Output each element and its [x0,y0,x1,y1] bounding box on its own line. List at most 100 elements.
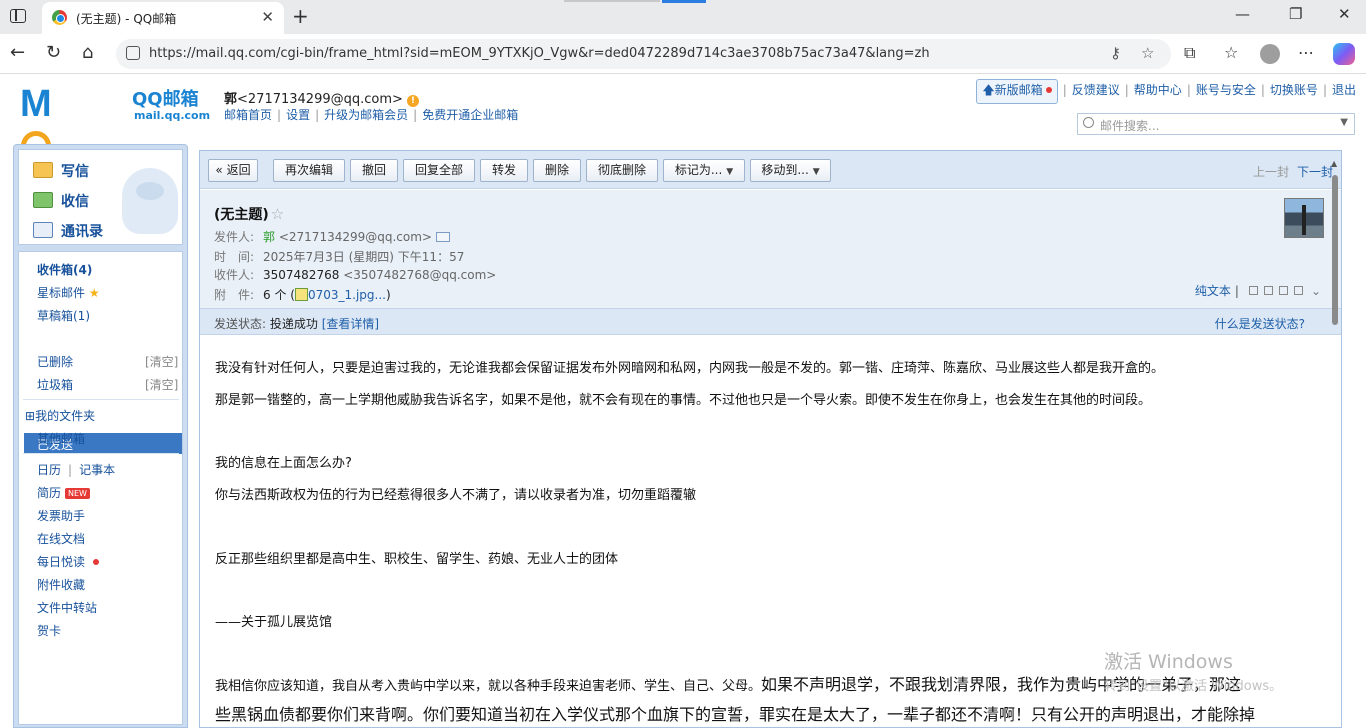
send-status-bar: 发送状态: 投递成功 [查看详情] 什么是发送状态? [200,308,1341,335]
scrollbar-thumb[interactable] [1332,175,1338,325]
body-paragraph: ——关于孤儿展览馆 [215,615,333,630]
chevron-down-icon[interactable]: ⌄ [1311,284,1321,298]
link-online-docs[interactable]: 在线文档 [37,530,85,547]
mail-scrollbar[interactable]: ▲ [1329,159,1341,725]
clear-spam-link[interactable]: [清空] [145,376,178,393]
reload-icon[interactable]: ↻ [46,42,61,63]
attachment-link[interactable]: 0703_1.jpg... [308,288,386,302]
link-greeting-cards[interactable]: 贺卡 [37,622,61,639]
body-paragraph: 我相信你应该知道，我自从考入贵屿中学以来，就以各种手段来迫害老师、学生、自己、父… [215,675,1242,694]
browser-tab-active[interactable]: (无主题) - QQ邮箱 ✕ [42,2,284,34]
close-window-button[interactable]: ✕ [1338,5,1351,23]
address-bar[interactable]: https://mail.qq.com/cgi-bin/frame_html?s… [116,39,1171,69]
receive-button[interactable]: 收信 [33,191,89,211]
minimize-button[interactable]: — [1235,5,1250,23]
clear-deleted-link[interactable]: [清空] [145,353,178,370]
link-feedback[interactable]: 反馈建议 [1072,83,1120,97]
sender-name[interactable]: 郭 [263,230,275,244]
body-paragraph: 我没有针对任何人，只要是迫害过我的，无论谁我都会保留证据发布外网暗网和私网，内网… [215,361,1165,376]
back-button[interactable]: « 返回 [208,159,258,182]
link-enterprise-mail[interactable]: 免费开通企业邮箱 [422,108,518,122]
plain-text-link[interactable]: 纯文本 [1195,284,1231,298]
folder-drafts[interactable]: 草稿箱(1) [37,307,90,324]
new-version-button[interactable]: 🡅新版邮箱 [976,79,1058,104]
key-icon[interactable]: ⚷ [1110,44,1121,62]
folder-spam[interactable]: 垃圾箱 [清空] [37,376,178,393]
link-logout[interactable]: 退出 [1332,83,1356,97]
folder-other-mailbox[interactable]: 其他邮箱 [37,430,85,447]
favorites-icon[interactable]: ☆ [1224,43,1238,62]
link-switch-account[interactable]: 切换账号 [1270,83,1318,97]
favorite-star-icon[interactable]: ☆ [1141,44,1154,62]
tab-strip-indicator-active [662,0,706,3]
link-upgrade-vip[interactable]: 升级为邮箱会员 [324,108,408,122]
reply-all-button[interactable]: 回复全部 [403,159,475,182]
link-notepad[interactable]: 记事本 [79,463,115,477]
save-icon[interactable] [1278,286,1288,295]
recipient-name[interactable]: 3507482768 [263,268,339,282]
folder-deleted[interactable]: 已删除 [清空] [37,353,178,370]
top-links: 🡅新版邮箱 | 反馈建议 | 帮助中心 | 账号与安全 | 切换账号 | 退出 [976,79,1356,104]
extensions-icon[interactable]: ⧉ [1184,43,1195,63]
folder-inbox[interactable]: 收件箱(4) [37,261,92,278]
contact-card-icon[interactable] [435,232,450,242]
link-resume[interactable]: 简历 NEW [37,484,90,501]
scroll-up-icon[interactable]: ▲ [1331,159,1337,168]
recipient-email[interactable]: <3507482768@qq.com> [343,268,496,282]
link-help[interactable]: 帮助中心 [1134,83,1182,97]
compose-button[interactable]: 写信 [33,161,89,181]
attachment-row: 附 件: 6 个 (0703_1.jpg...) [214,288,391,302]
contacts-button[interactable]: 通讯录 [33,221,103,241]
copilot-icon[interactable] [1333,43,1355,65]
contacts-card-icon [33,222,53,238]
mail-search-input[interactable]: 邮件搜索... ▼ [1077,113,1355,135]
notes-icon[interactable] [1263,286,1273,295]
view-details-link[interactable]: [查看详情] [322,317,379,331]
link-daily-reading[interactable]: 每日悦读 [37,553,100,570]
divider [23,453,179,454]
mark-as-dropdown[interactable]: 标记为... ▼ [663,159,745,182]
link-account-security[interactable]: 账号与安全 [1196,83,1256,97]
site-info-icon[interactable] [126,46,140,60]
what-is-send-status-link[interactable]: 什么是发送状态? [1215,315,1305,332]
new-tab-button[interactable]: + [292,4,309,28]
link-file-transfer[interactable]: 文件中转站 [37,599,97,616]
notification-dot-icon [93,559,100,565]
next-mail-link[interactable]: 下一封 [1297,165,1333,179]
link-calendar[interactable]: 日历 [37,463,61,477]
link-mail-home[interactable]: 邮箱首页 [224,108,272,122]
folder-starred[interactable]: 星标邮件 ★ [37,284,100,301]
chevron-down-icon[interactable]: ▼ [1340,117,1348,128]
star-icon[interactable]: ☆ [271,205,284,223]
maximize-button[interactable]: ❐ [1289,5,1302,23]
delete-button[interactable]: 删除 [533,159,581,182]
tab-actions-icon[interactable] [10,9,26,23]
menu-icon[interactable]: ⋯ [1298,43,1314,62]
sender-email[interactable]: <2717134299@qq.com> [279,230,432,244]
account-email: <2717134299@qq.com> [237,92,403,107]
logo-text: QQ邮箱 [132,89,199,110]
arrow-up-icon: 🡅 [982,83,995,97]
new-window-icon[interactable] [1248,286,1258,295]
link-invoice[interactable]: 发票助手 [37,507,85,524]
url-text[interactable]: https://mail.qq.com/cgi-bin/frame_html?s… [149,46,930,61]
forward-button[interactable]: 转发 [480,159,528,182]
folder-my-folders[interactable]: ⊞我的文件夹 [25,407,95,424]
body-paragraph: 你与法西斯政权为伍的行为已经惹得很多人不满了，请以收录者为准，切勿重蹈覆辙 [215,488,697,503]
back-icon[interactable]: ← [10,42,25,63]
move-to-dropdown[interactable]: 移动到... ▼ [750,159,831,182]
calendar-notepad: 日历 | 记事本 [37,463,116,477]
reedit-button[interactable]: 再次编辑 [273,159,345,182]
link-attachments[interactable]: 附件收藏 [37,576,85,593]
expand-icon[interactable]: ⊞ [25,409,35,423]
home-icon[interactable]: ⌂ [82,42,93,63]
tab-close-icon[interactable]: ✕ [261,8,274,26]
link-settings[interactable]: 设置 [286,108,310,122]
sender-avatar[interactable] [1284,198,1324,238]
folder-list: 收件箱(4) 星标邮件 ★ 草稿箱(1) 已发送 已删除 [清空] 垃圾箱 [清空]… [18,251,183,725]
prev-mail-link[interactable]: 上一封 [1253,165,1289,179]
undo-send-button[interactable]: 撤回 [350,159,398,182]
purge-button[interactable]: 彻底删除 [586,159,658,182]
print-icon[interactable] [1293,286,1303,295]
profile-icon[interactable] [1260,44,1280,64]
